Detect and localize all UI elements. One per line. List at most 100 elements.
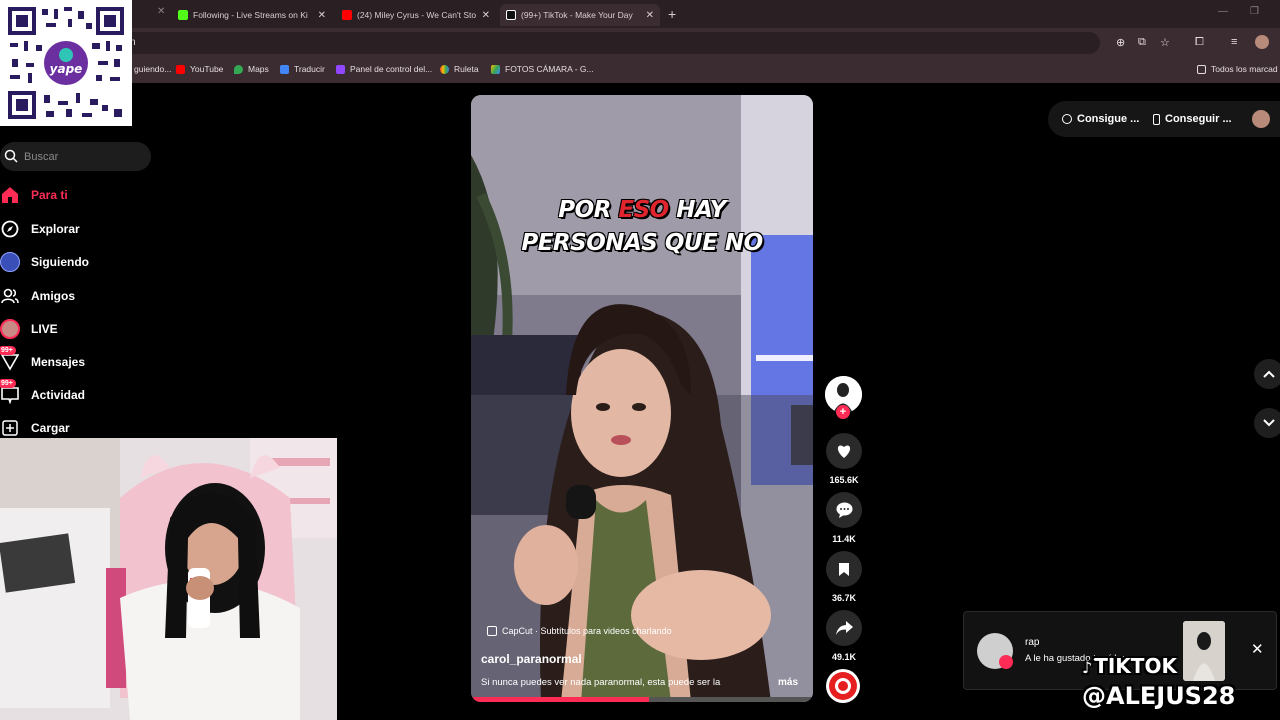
next-video-button[interactable]: [1254, 408, 1280, 438]
video-caption-line-1: POR ESO HAY: [471, 197, 813, 223]
search-input[interactable]: Buscar: [0, 142, 151, 171]
bookmark-panel[interactable]: Panel de control del...: [336, 64, 432, 74]
folder-icon: [1197, 64, 1206, 74]
phone-icon: [1153, 113, 1160, 125]
capcut-tag[interactable]: CapCut · Subtítulos para videos charland…: [487, 626, 672, 636]
friends-icon: [0, 286, 20, 306]
sidebar-item-live[interactable]: LIVE: [0, 319, 58, 339]
extensions-icon[interactable]: ⧠: [1195, 36, 1204, 49]
like-count: 165.6K: [829, 475, 859, 485]
capcut-icon: [487, 626, 497, 636]
install-icon[interactable]: ⧉: [1138, 36, 1146, 49]
home-icon: [0, 185, 20, 205]
get-app-button[interactable]: Conseguir ...: [1143, 106, 1242, 132]
close-tab-icon[interactable]: ✕: [482, 10, 490, 21]
sidebar-item-explorar[interactable]: Explorar: [0, 219, 80, 239]
sidebar-item-label: Cargar: [31, 421, 70, 435]
twitch-icon: [336, 64, 345, 74]
coin-icon: [1062, 114, 1072, 124]
sidebar-item-label: Para ti: [31, 188, 68, 202]
tab-tiktok[interactable]: (99+) TikTok - Make Your Day ✕: [500, 4, 660, 26]
comment-button[interactable]: [826, 492, 862, 528]
bookmark-siguiendo[interactable]: guiendo...: [134, 64, 171, 74]
maps-icon: [234, 64, 243, 74]
bookmark-maps[interactable]: Maps: [234, 64, 269, 74]
chevron-down-icon: [1263, 419, 1275, 427]
watermark-handle: @ALEJUS28: [1082, 682, 1236, 710]
button-label: Consigue ...: [1077, 113, 1140, 125]
video-frame-image: [471, 95, 813, 702]
tiktok-watermark: ♪ TIKTOK: [1082, 654, 1262, 678]
translate-icon: [280, 64, 289, 74]
video-author[interactable]: carol_paranormal: [481, 652, 582, 666]
bookmark-ruleta[interactable]: Ruleta: [440, 64, 479, 74]
sidebar-item-actividad[interactable]: 99+ Actividad: [0, 379, 86, 405]
search-icon: [4, 149, 18, 163]
sidebar-item-para-ti[interactable]: Para ti: [0, 185, 68, 205]
more-button[interactable]: más: [778, 677, 798, 688]
screen: ✕ Following - Live Streams on Ki ✕ (24) …: [0, 0, 1280, 720]
activity-icon: 99+: [0, 379, 20, 405]
media-icon[interactable]: ≡: [1231, 36, 1237, 48]
upload-icon: [0, 418, 20, 438]
share-arrow-icon: [835, 621, 853, 635]
caption-text: HAY: [668, 197, 726, 223]
video-player[interactable]: POR ESO HAY PERSONAS QUE NO CapCut · Sub…: [471, 95, 813, 702]
close-tab-icon[interactable]: ✕: [318, 10, 326, 21]
tab-kick[interactable]: Following - Live Streams on Ki ✕: [172, 4, 332, 26]
tab-title: Following - Live Streams on Ki: [193, 10, 308, 20]
sidebar-item-mensajes[interactable]: 99+ Mensajes: [0, 346, 85, 372]
share-button[interactable]: [826, 610, 862, 646]
sidebar-item-cargar[interactable]: Cargar: [0, 418, 70, 438]
video-caption-line-2: PERSONAS QUE NO: [521, 230, 763, 256]
youtube-favicon-icon: [342, 10, 352, 20]
sidebar-item-label: LIVE: [31, 322, 58, 336]
get-coins-button[interactable]: Consigue ...: [1052, 106, 1149, 132]
save-button[interactable]: [826, 551, 862, 587]
zoom-icon[interactable]: ⊕: [1116, 36, 1125, 49]
follow-plus-icon[interactable]: +: [836, 405, 850, 419]
video-progress-bar[interactable]: [471, 697, 813, 702]
activity-badge: 99+: [0, 379, 16, 388]
share-count: 49.1K: [831, 652, 857, 662]
streamer-webcam: [0, 438, 337, 720]
close-tab-icon[interactable]: ✕: [646, 10, 654, 21]
heart-badge-icon: [999, 655, 1013, 669]
caption-highlight: ESO: [618, 197, 669, 223]
sidebar-item-label: Actividad: [31, 388, 86, 402]
all-bookmarks[interactable]: Todos los marcad: [1197, 64, 1278, 74]
bookmark-label: guiendo...: [134, 64, 172, 74]
heart-icon: [837, 444, 851, 458]
minimize-icon[interactable]: —: [1218, 6, 1228, 17]
tab-youtube[interactable]: (24) Miley Cyrus - We Can't Sto ✕: [336, 4, 496, 26]
save-count: 36.7K: [831, 593, 857, 603]
profile-avatar[interactable]: [1255, 35, 1269, 49]
bookmark-star-icon[interactable]: ☆: [1160, 36, 1170, 49]
user-avatar[interactable]: [1252, 110, 1270, 128]
kick-favicon-icon: [178, 10, 188, 20]
bookmark-youtube[interactable]: YouTube: [176, 64, 223, 74]
bookmark-label: Panel de control del...: [350, 64, 433, 74]
music-disc-icon[interactable]: [826, 669, 860, 703]
tiktok-favicon-icon: [506, 10, 516, 20]
new-tab-icon[interactable]: +: [668, 6, 676, 22]
previous-video-button[interactable]: [1254, 359, 1280, 389]
following-avatar-icon: [0, 252, 20, 272]
bookmark-label: YouTube: [190, 64, 224, 74]
bookmark-label: Traducir: [294, 64, 325, 74]
chevron-up-icon: [1263, 370, 1275, 378]
like-notification[interactable]: rap A le ha gustado tu vídeo ✕: [963, 611, 1277, 690]
watermark-line-1: TIKTOK: [1094, 654, 1177, 678]
bookmark-label: Maps: [248, 64, 269, 74]
url-field[interactable]: n: [120, 32, 1100, 54]
sidebar-item-siguiendo[interactable]: Siguiendo: [0, 252, 89, 272]
sidebar-item-label: Explorar: [31, 222, 80, 236]
like-button[interactable]: [826, 433, 862, 469]
close-tab-icon[interactable]: ✕: [157, 6, 165, 17]
bookmark-icon: [839, 562, 849, 576]
bookmark-traducir[interactable]: Traducir: [280, 64, 325, 74]
sidebar-item-amigos[interactable]: Amigos: [0, 286, 75, 306]
comment-icon: [836, 502, 852, 518]
bookmark-fotos[interactable]: FOTOS CÁMARA - G...: [491, 64, 594, 74]
restore-icon[interactable]: ❐: [1250, 6, 1259, 17]
